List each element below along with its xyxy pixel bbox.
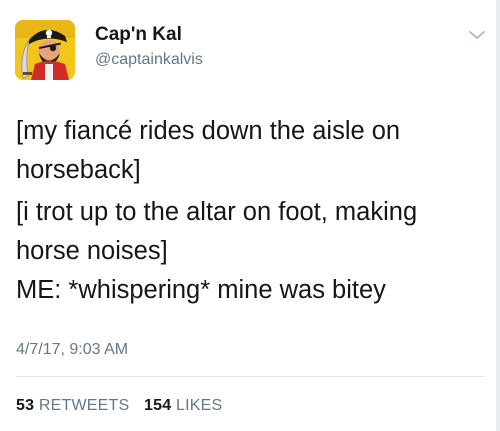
tweet-stats: 53 Retweets 154 Likes <box>16 396 232 416</box>
likes-stat[interactable]: 154 Likes <box>144 396 222 416</box>
chevron-down-icon[interactable] <box>467 28 487 42</box>
pirate-avatar-icon <box>15 20 75 80</box>
display-name[interactable]: Cap'n Kal <box>95 24 182 46</box>
retweets-label: Retweets <box>38 397 130 414</box>
retweets-stat[interactable]: 53 Retweets <box>16 396 129 416</box>
tweet-text: [my fiancé rides down the aisle on horse… <box>16 112 476 310</box>
avatar[interactable] <box>15 20 75 80</box>
scrollbar-track <box>496 0 500 431</box>
likes-label: Likes <box>175 397 223 414</box>
retweets-count: 53 <box>16 397 35 414</box>
tweet-line: ME: *whispering* mine was bitey <box>16 276 386 304</box>
tweet-line: [my fiancé rides down the aisle on horse… <box>16 117 401 184</box>
divider <box>16 376 484 377</box>
tweet-line: [i trot up to the altar on foot, making … <box>16 198 418 265</box>
tweet-card: Cap'n Kal @captainkalvis [my fiancé ride… <box>0 0 500 431</box>
user-handle[interactable]: @captainkalvis <box>95 50 203 70</box>
likes-count: 154 <box>144 397 172 414</box>
tweet-timestamp[interactable]: 4/7/17, 9:03 AM <box>16 340 128 360</box>
